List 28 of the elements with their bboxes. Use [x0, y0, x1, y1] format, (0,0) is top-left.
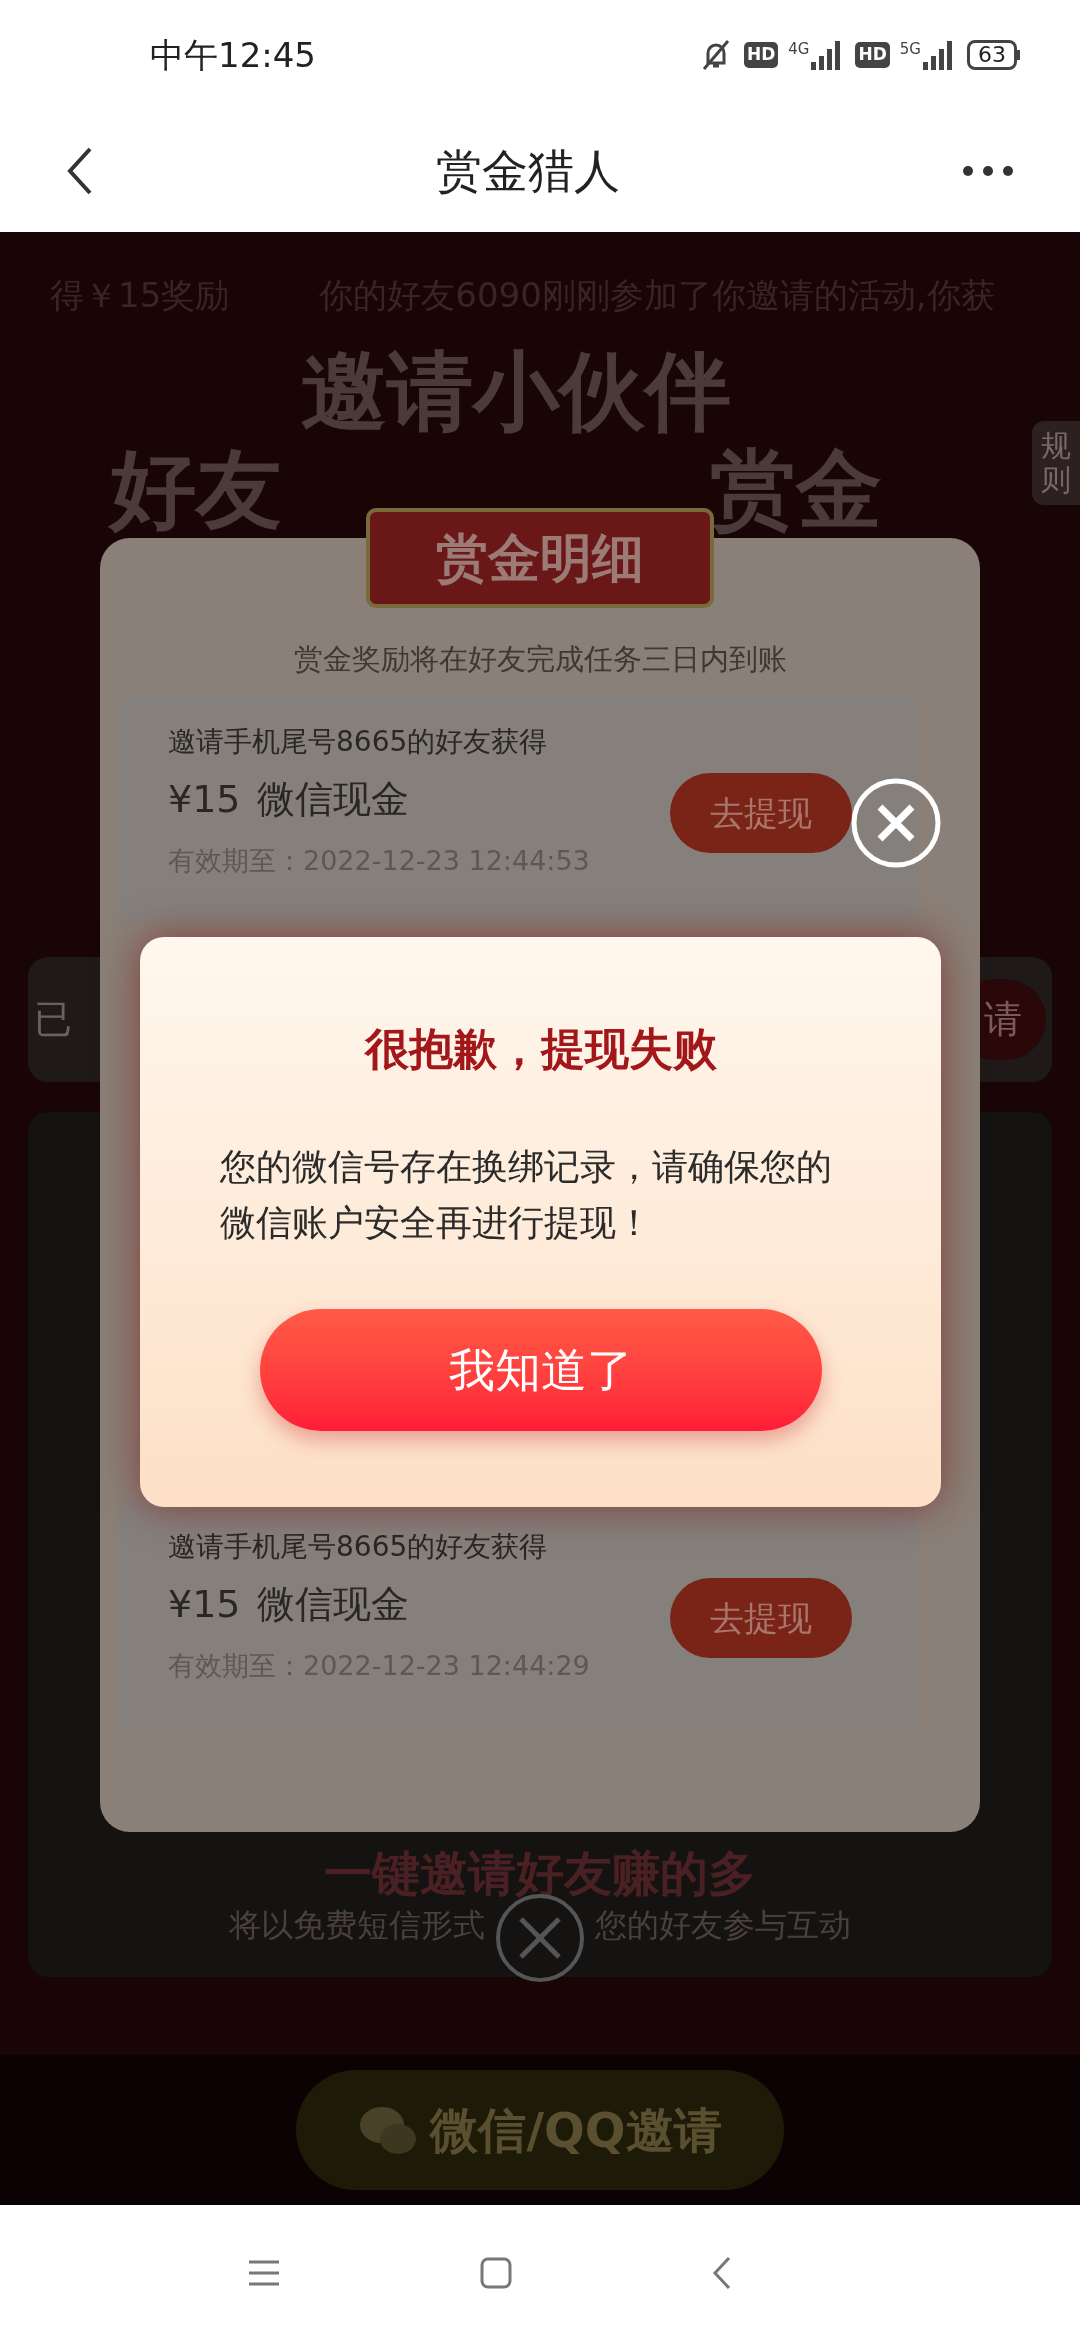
- reward-description: 邀请手机尾号8665的好友获得: [168, 1529, 548, 1565]
- reward-type: 微信现金: [256, 1581, 409, 1628]
- back-icon[interactable]: [66, 146, 94, 196]
- withdraw-button[interactable]: 去提现: [670, 1578, 852, 1658]
- alert-title: 很抱歉，提现失败: [363, 1022, 718, 1076]
- invited-label: 已: [34, 996, 72, 1043]
- alert-message: 您的微信号存在换绑记录，请确保您的微信账户安全再进行提现！: [220, 1145, 833, 1245]
- rules-tab[interactable]: 规则: [1032, 421, 1080, 505]
- hd-badge: HD: [855, 42, 890, 68]
- status-time: 中午12:45: [150, 33, 316, 77]
- home-icon[interactable]: [480, 2256, 512, 2289]
- menu-icon[interactable]: [248, 2258, 280, 2287]
- close-icon[interactable]: [850, 777, 942, 869]
- page-title: 赏金猎人: [436, 142, 620, 200]
- share-button[interactable]: 微信/QQ邀请: [296, 2070, 784, 2190]
- reward-description: 邀请手机尾号8665的好友获得: [168, 724, 548, 760]
- withdraw-button[interactable]: 去提现: [670, 773, 852, 853]
- confirm-button[interactable]: 我知道了: [260, 1309, 822, 1431]
- reward-amount: ¥15: [168, 1581, 241, 1628]
- hd-badge: HD: [743, 42, 779, 68]
- network-type: 4G: [788, 39, 810, 60]
- modal-title: 赏金明细: [366, 508, 714, 608]
- battery-icon: 63: [967, 40, 1017, 70]
- reward-type: 微信现金: [256, 776, 409, 823]
- reward-amount: ¥15: [168, 776, 241, 823]
- network-type: 5G: [899, 39, 921, 60]
- more-icon[interactable]: [962, 165, 1014, 177]
- modal-note: 赏金奖励将在好友完成任务三日内到账: [292, 641, 788, 678]
